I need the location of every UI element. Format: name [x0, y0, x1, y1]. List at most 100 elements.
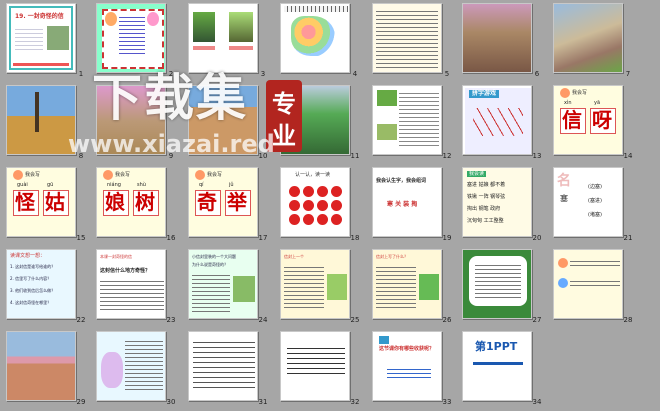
slide-thumbnail[interactable]: 读课文想一想： 1. 这封信是谁写给谁的？ 2. 信里写了什么内容？ 3. 他们收到信… — [6, 249, 76, 319]
apple-icon — [331, 186, 342, 197]
slide-number: 23 — [166, 316, 176, 324]
apple-icon — [331, 214, 342, 225]
word: (边塞) — [588, 184, 602, 190]
slide-number: 28 — [623, 316, 633, 324]
slide-number: 16 — [166, 234, 176, 242]
cartoon-boy — [105, 12, 117, 26]
slide-number: 31 — [258, 398, 268, 406]
text-block — [376, 264, 416, 310]
slide-thumbnail[interactable] — [553, 3, 623, 73]
hanzi: 姑 — [45, 190, 65, 214]
slide-thumbnail[interactable]: 认一认，读一读 — [280, 167, 350, 237]
pinyin: gū — [47, 182, 54, 188]
text-block — [570, 278, 620, 288]
slide-thumbnail[interactable]: 19. 一封奇怪的信 — [6, 3, 76, 73]
question-title: 这节课你有哪些收获呢？ — [379, 346, 435, 352]
slide-number: 21 — [623, 234, 633, 242]
slide-thumbnail[interactable]: 本课一封奇怪的信 这封信什么地方奇怪？ — [96, 249, 166, 319]
slide-thumbnail[interactable]: 我会读 塞进 姑娘 都不着 铁锹 一阵 钢琴弦 掏出 钢笔 政府 沉甸甸 工工整整 — [462, 167, 532, 237]
apple-icon — [289, 200, 300, 211]
logo-bar — [473, 362, 523, 365]
slide-thumbnail[interactable] — [372, 85, 442, 155]
pinyin: shù — [137, 182, 146, 188]
question: 4. 这封信奇怪在哪里？ — [10, 300, 52, 305]
text-block — [475, 262, 521, 300]
url-strip — [13, 63, 69, 66]
grass-photo — [229, 12, 253, 42]
slide-thumbnail[interactable] — [280, 331, 350, 401]
desert-camels — [7, 332, 75, 400]
slide-title: 读课文想一想： — [10, 253, 46, 259]
slide-number: 32 — [350, 398, 360, 406]
dead-tree — [35, 92, 39, 132]
slide-thumbnail[interactable]: 我会认生字，我会组词寒 关 装 掏 — [372, 167, 442, 237]
slide-thumbnail[interactable] — [462, 3, 532, 73]
line: 为什么说是奇怪的？ — [192, 262, 228, 267]
slide-thumbnail[interactable]: 这节课你有哪些收获呢？ — [372, 331, 442, 401]
brand-logo: 第1PPT — [475, 340, 518, 353]
slide-thumbnail[interactable] — [6, 331, 76, 401]
header-label: 我会写 — [25, 172, 41, 178]
slide-thumbnail[interactable]: 信封上一个 — [280, 249, 350, 319]
header-label: 我会写 — [572, 90, 588, 96]
question: 3. 他们收到信后怎么做？ — [10, 288, 56, 293]
slide-number: 7 — [625, 70, 631, 78]
slide-number: 17 — [258, 234, 268, 242]
word-line: 塞进 姑娘 都不着 — [467, 182, 506, 188]
slide-thumbnail[interactable] — [280, 3, 350, 73]
text-lines — [15, 26, 43, 50]
cartoon-girl — [147, 12, 159, 26]
apple-icon — [303, 200, 314, 211]
caption — [193, 46, 215, 50]
text-block — [287, 344, 345, 378]
photo — [233, 276, 255, 302]
slide-thumbnail[interactable] — [96, 331, 166, 401]
text-block — [387, 366, 431, 380]
slide-number: 22 — [76, 316, 86, 324]
header-label: 我会写 — [207, 172, 223, 178]
hanzi: 树 — [135, 190, 155, 214]
slide-thumbnail[interactable] — [372, 3, 442, 73]
pinyin: yā — [594, 100, 601, 106]
header-label: 我会读 — [467, 171, 487, 177]
slide-thumbnail[interactable] — [462, 249, 532, 319]
slide-thumbnail[interactable]: 我会写 qí jǔ 奇举 — [188, 167, 258, 237]
sky — [7, 86, 75, 116]
slide-thumbnail[interactable]: 小信封里装的一个大问题 为什么说是奇怪的？ — [188, 249, 258, 319]
slide-thumbnail[interactable]: 拼字游戏 — [462, 85, 532, 155]
slide-number: 26 — [442, 316, 452, 324]
slide-thumbnail[interactable] — [188, 331, 258, 401]
hanzi: 怪 — [15, 190, 35, 214]
slide-number: 13 — [532, 152, 542, 160]
photo — [47, 26, 69, 50]
slide-thumbnail[interactable]: 信封上写了什么？ — [372, 249, 442, 319]
slide-number: 5 — [444, 70, 450, 78]
slide-number: 29 — [76, 398, 86, 406]
slide-thumbnail[interactable]: 我会写 xìn yā 信呀 — [553, 85, 623, 155]
watermark-url: www.xiazai.red — [68, 130, 275, 158]
slide-number: 3 — [260, 70, 266, 78]
slide-thumbnail[interactable]: 第1PPT — [462, 331, 532, 401]
pinyin: guài — [17, 182, 28, 188]
slide-number: 1 — [78, 70, 84, 78]
avatar-icon — [195, 170, 205, 180]
slide-thumbnail[interactable] — [6, 85, 76, 155]
text-block — [192, 272, 230, 312]
apple-icon — [303, 214, 314, 225]
slide-thumbnail[interactable]: 名塞 (边塞) (塞进) (堵塞) — [553, 167, 623, 237]
slide-number: 34 — [532, 398, 542, 406]
body-line: 这封信什么地方奇怪？ — [100, 268, 151, 274]
apple-icon — [331, 200, 342, 211]
line-links — [473, 108, 523, 136]
slide-thumbnail[interactable] — [553, 249, 623, 319]
mountain-photo — [554, 4, 622, 72]
apple-icon — [317, 186, 328, 197]
text-block — [193, 338, 255, 388]
slide-thumbnail[interactable]: 我会写 niáng shù 娘树 — [96, 167, 166, 237]
text-header — [284, 6, 348, 12]
slide-number: 27 — [532, 316, 542, 324]
word: (堵塞) — [588, 212, 602, 218]
slide-thumbnail[interactable]: 我会写 guài gū 怪姑 — [6, 167, 76, 237]
slide-number: 20 — [532, 234, 542, 242]
hanzi: 信 — [562, 108, 582, 132]
